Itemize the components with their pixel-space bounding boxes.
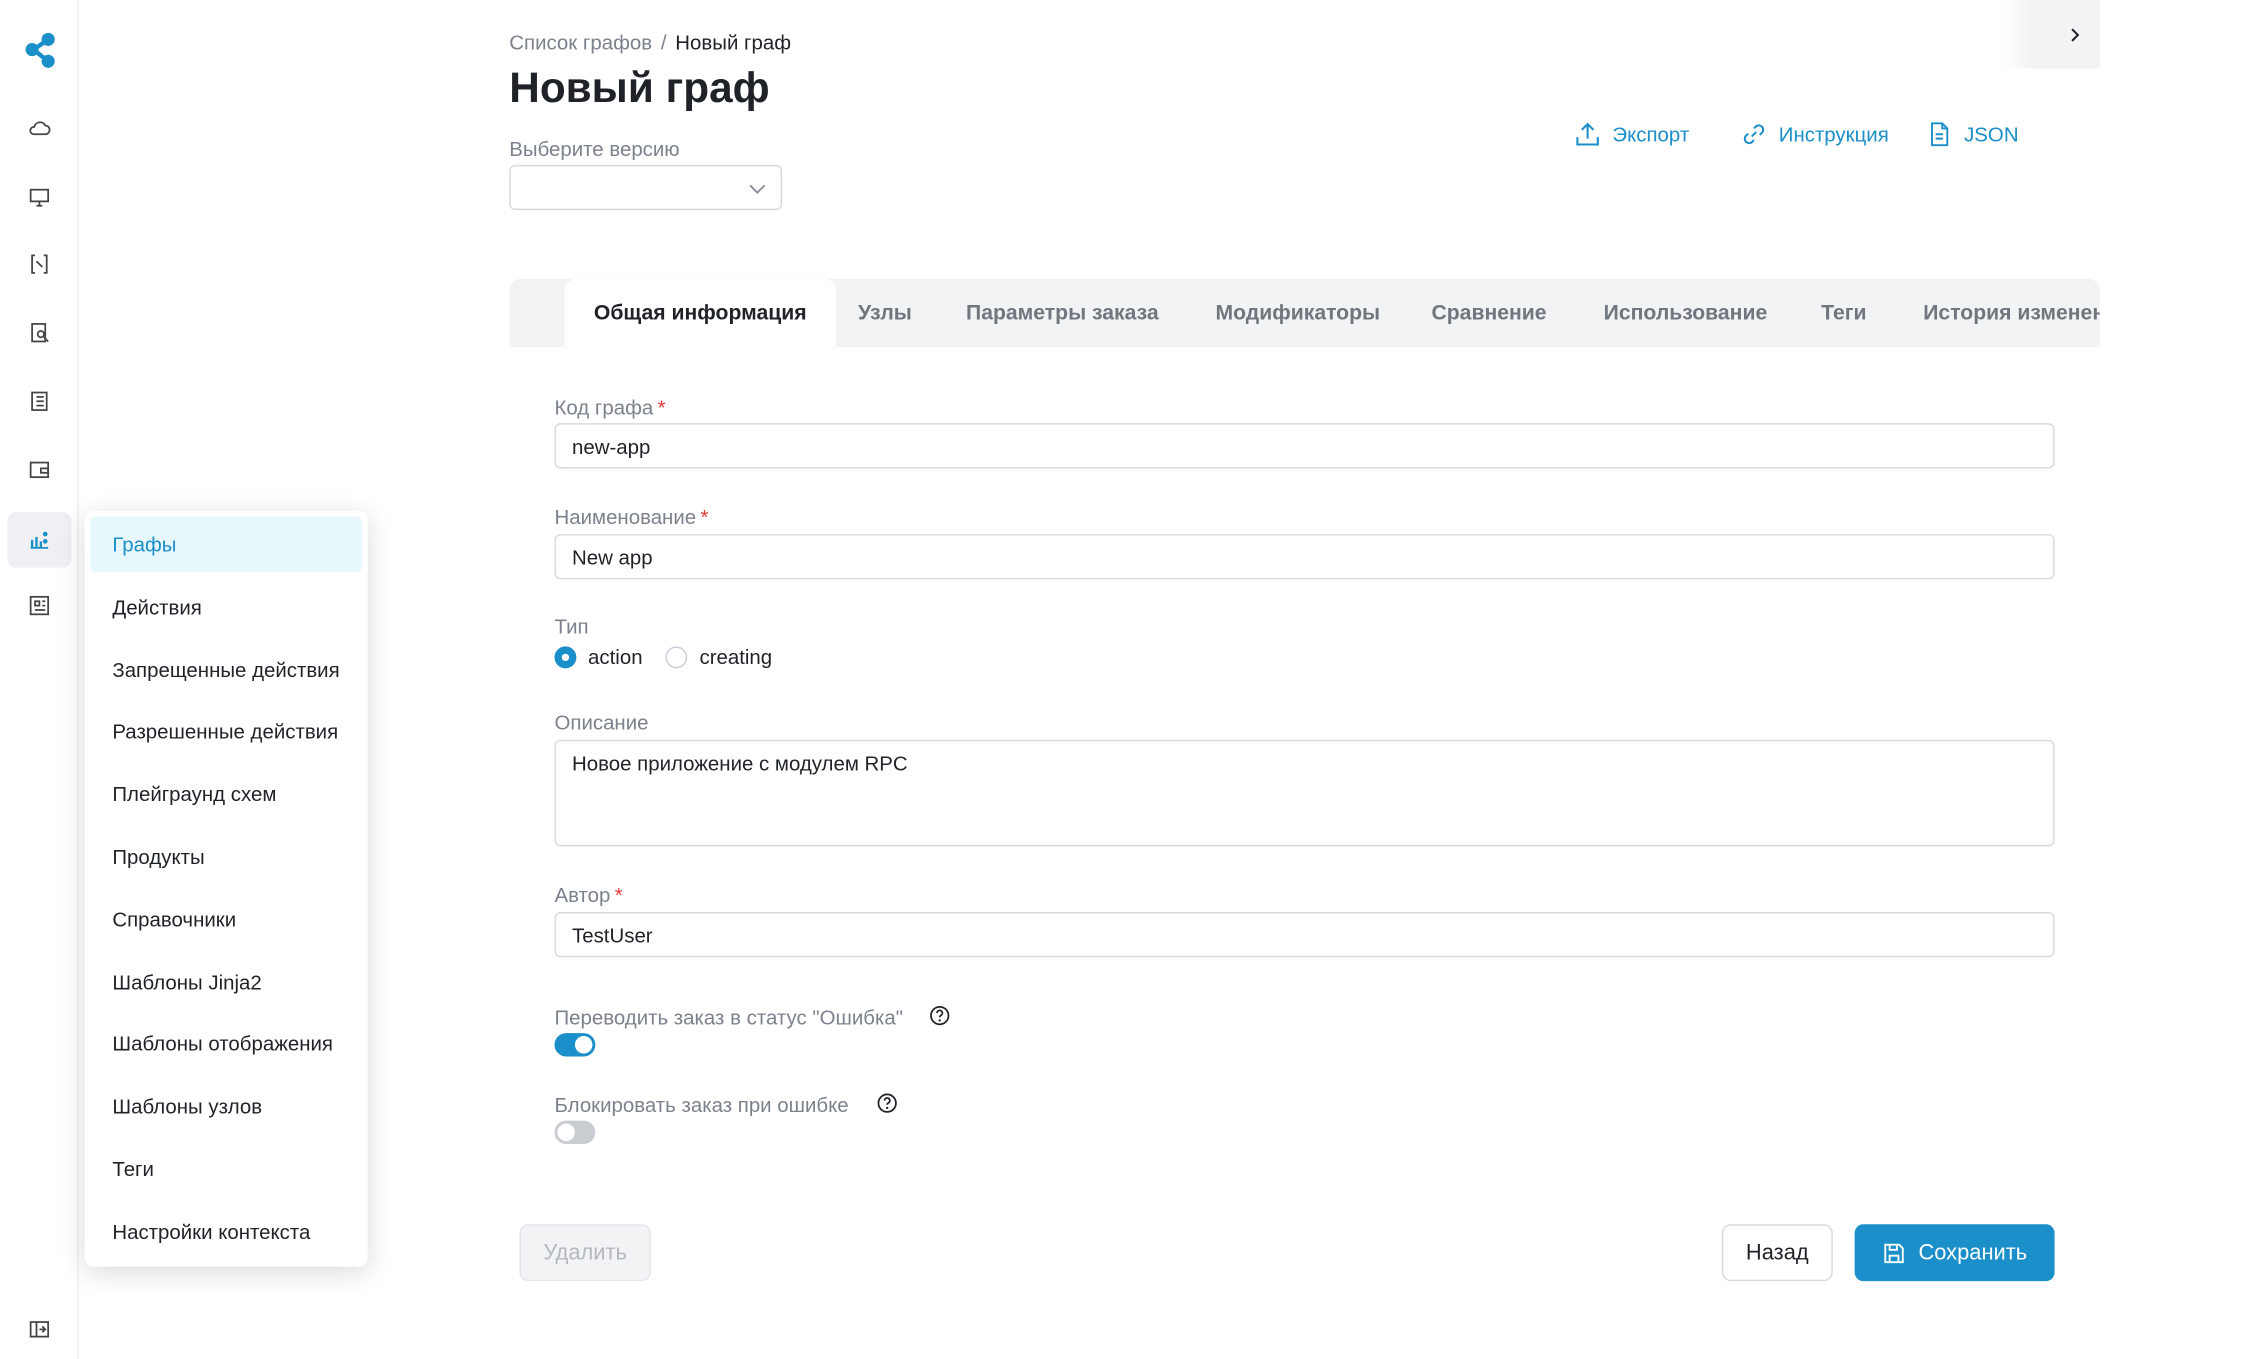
error-status-label: Переводить заказ в статус "Ошибка" [554, 1005, 903, 1029]
tab-usage[interactable]: Использование [1604, 279, 1768, 348]
tab-general-info[interactable]: Общая информация [564, 278, 836, 348]
rail-brackets-icon[interactable] [7, 236, 71, 291]
required-mark: * [700, 504, 709, 529]
author-label: Автор * [554, 882, 623, 907]
menu-item-references[interactable]: Справочники [90, 891, 361, 946]
block-on-error-label: Блокировать заказ при ошибке [554, 1092, 849, 1117]
tab-nodes[interactable]: Узлы [858, 279, 912, 348]
rail-template-icon[interactable] [7, 578, 71, 633]
description-label: Описание [554, 710, 649, 734]
rail-wallet-icon[interactable] [7, 442, 71, 497]
type-option-action-label: action [588, 644, 643, 669]
code-input[interactable] [554, 423, 2055, 469]
breadcrumb-separator: / [660, 30, 667, 54]
save-button[interactable]: Сохранить [1854, 1224, 2055, 1282]
collapse-sidebar-icon[interactable] [7, 1302, 71, 1357]
chevron-right-icon [2070, 27, 2079, 41]
help-icon[interactable] [930, 1005, 950, 1026]
left-rail [0, 0, 79, 1359]
menu-item-display-templates[interactable]: Шаблоны отображения [90, 1016, 361, 1071]
instruction-label: Инструкция [1778, 122, 1889, 146]
author-input[interactable] [554, 912, 2055, 958]
required-mark: * [657, 395, 666, 419]
type-radio-creating[interactable] [665, 645, 688, 668]
chevron-down-icon [749, 184, 766, 194]
type-option-creating-label: creating [699, 644, 773, 669]
rail-cloud-icon[interactable] [7, 101, 71, 156]
sidebar-flyout-menu: Графы Действия Запрещенные действия Разр… [84, 510, 368, 1267]
version-label: Выберите версию [509, 137, 680, 161]
app-logo-icon[interactable] [20, 29, 58, 70]
document-icon [1931, 122, 1949, 147]
tab-history[interactable]: История изменений [1923, 279, 2100, 348]
version-select[interactable] [509, 164, 783, 211]
rail-clipboard-search-icon[interactable] [7, 305, 71, 360]
block-on-error-toggle[interactable] [554, 1120, 596, 1145]
name-label: Наименование * [554, 504, 709, 529]
breadcrumb: Список графов / Новый граф [509, 31, 791, 54]
menu-item-node-templates[interactable]: Шаблоны узлов [90, 1079, 361, 1134]
json-label: JSON [1964, 122, 2019, 146]
tab-scroll-right-button[interactable] [2048, 0, 2100, 69]
menu-item-jinja2-templates[interactable]: Шаблоны Jinja2 [90, 954, 361, 1009]
menu-item-graphs[interactable]: Графы [90, 516, 362, 573]
tab-comparison[interactable]: Сравнение [1431, 279, 1546, 348]
menu-item-actions[interactable]: Действия [90, 579, 361, 634]
breadcrumb-current: Новый граф [675, 30, 792, 54]
json-button[interactable]: JSON [1926, 117, 2019, 152]
description-textarea[interactable]: Новое приложение с модулем RPC [554, 739, 2055, 847]
menu-item-tags[interactable]: Теги [90, 1141, 361, 1196]
instruction-button[interactable]: Инструкция [1741, 117, 1889, 152]
rail-monitor-icon[interactable] [7, 169, 71, 224]
delete-button[interactable]: Удалить [519, 1224, 651, 1282]
type-label: Тип [554, 614, 589, 638]
upload-icon [1576, 122, 1599, 146]
required-mark: * [614, 882, 623, 907]
menu-item-schema-playground[interactable]: Плейграунд схем [90, 766, 361, 821]
save-label: Сохранить [1918, 1240, 2028, 1266]
menu-item-context-settings[interactable]: Настройки контекста [90, 1203, 361, 1258]
menu-item-forbidden-actions[interactable]: Запрещенные действия [90, 641, 361, 696]
toggle-knob [557, 1123, 575, 1142]
rail-graphs-icon[interactable] [7, 512, 72, 568]
menu-item-products[interactable]: Продукты [90, 829, 361, 884]
breadcrumb-parent-link[interactable]: Список графов [509, 31, 652, 54]
type-radio-group: action creating [554, 645, 772, 668]
tab-order-params[interactable]: Параметры заказа [966, 279, 1159, 348]
name-input[interactable] [554, 534, 2055, 580]
save-icon [1883, 1243, 1904, 1263]
menu-item-allowed-actions[interactable]: Разрешенные действия [90, 704, 361, 759]
tab-bar: Общая информация Узлы Параметры заказа М… [509, 278, 2100, 348]
link-icon [1743, 124, 1765, 145]
type-radio-action[interactable] [554, 645, 577, 668]
tab-tags[interactable]: Теги [1821, 279, 1866, 348]
rail-list-icon[interactable] [7, 374, 71, 429]
error-status-toggle[interactable] [554, 1033, 596, 1057]
tab-modifiers[interactable]: Модификаторы [1216, 279, 1381, 348]
tab-overflow-fade [2002, 0, 2049, 69]
page-title: Новый граф [509, 65, 770, 113]
export-label: Экспорт [1612, 122, 1690, 146]
toggle-knob [574, 1036, 593, 1054]
back-button[interactable]: Назад [1721, 1224, 1833, 1282]
code-label: Код графа * [554, 395, 666, 419]
help-icon[interactable] [877, 1093, 897, 1113]
export-button[interactable]: Экспорт [1574, 117, 1689, 152]
